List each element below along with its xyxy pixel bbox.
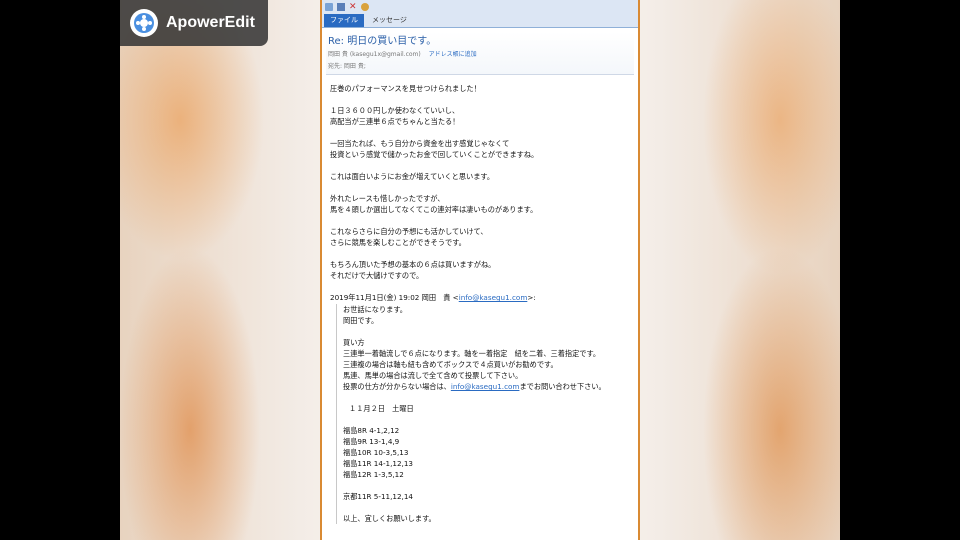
- reply-icon[interactable]: [361, 2, 369, 11]
- apoweredit-logo-icon: [130, 9, 158, 37]
- quote-header-date: 2019年11月1日(金) 19:02 岡田 貴 <: [330, 293, 459, 302]
- body-paragraph: １日３６００円しか使わなくていいし、 高配当が三連単６点でちゃんと当たる！: [330, 106, 460, 126]
- apoweredit-name: ApowerEdit: [166, 14, 255, 31]
- howto-text: 買い方 三連単一着軸流しで６点になります。軸を一着指定 紐を二着、三着指定です。…: [343, 338, 601, 380]
- quote-sender-email-link[interactable]: info@kasegu1.com: [459, 293, 528, 302]
- home-icon[interactable]: [325, 2, 333, 11]
- quote-contact: 投票の仕方が分からない場合は、info@kasegu1.comまでお問い合わせ下…: [343, 381, 632, 392]
- body-paragraph: 圧巻のパフォーマンスを見せつけられました！: [330, 84, 481, 93]
- save-icon[interactable]: [337, 2, 345, 11]
- ribbon-tabs: ファイル メッセージ: [322, 13, 638, 28]
- quote-greeting: お世話になります。 岡田です。: [343, 305, 407, 325]
- email-body: 圧巻のパフォーマンスを見せつけられました！ １日３６００円しか使わなくていいし、…: [330, 83, 632, 524]
- contact-prefix: 投票の仕方が分からない場合は、: [343, 382, 451, 391]
- body-paragraph: これならさらに自分の予想にも活かしていけて、 さらに競馬を楽しむことができそうで…: [330, 227, 488, 247]
- body-paragraph: もちろん頂いた予想の基本の６点は買いますがね。 それだけで大儲けですので。: [330, 260, 496, 280]
- quick-access-toolbar: ✕: [322, 0, 638, 13]
- contact-suffix: までお問い合わせ下さい。: [519, 382, 606, 391]
- email-header: Re: 明日の買い目です。 岡田 貴 (kasegu1x@gmail.com) …: [326, 32, 634, 75]
- email-from: 岡田 貴 (kasegu1x@gmail.com) アドレス帳に追加: [328, 49, 634, 58]
- quote-closing: 以上、宜しくお願いします。: [343, 514, 436, 523]
- body-paragraph: 外れたレースも惜しかったですが、 馬を４頭しか選出してなくてこの連対率は凄いもの…: [330, 194, 538, 214]
- tab-file[interactable]: ファイル: [324, 14, 364, 27]
- add-to-address-book-link[interactable]: アドレス帳に追加: [429, 51, 477, 58]
- quote-header-suffix: >:: [527, 293, 536, 302]
- body-paragraph: これは面白いようにお金が増えていくと思います。: [330, 172, 495, 181]
- quote-howto: 買い方 三連単一着軸流しで６点になります。軸を一着指定 紐を二着、三着指定です。…: [343, 337, 632, 381]
- sender-name: 岡田 貴 (kasegu1x@gmail.com): [328, 51, 421, 58]
- contact-email-link[interactable]: info@kasegu1.com: [451, 382, 520, 391]
- delete-icon[interactable]: ✕: [349, 2, 357, 11]
- tab-message[interactable]: メッセージ: [366, 14, 413, 27]
- quote-header: 2019年11月1日(金) 19:02 岡田 貴 <info@kasegu1.c…: [330, 292, 632, 303]
- quoted-message: お世話になります。 岡田です。 買い方 三連単一着軸流しで６点になります。軸を一…: [336, 304, 632, 524]
- email-to: 宛先: 岡田 貴;: [328, 63, 366, 70]
- quote-races-kyoto: 京都11R 5-11,12,14: [343, 492, 413, 501]
- email-window: ✕ ファイル メッセージ Re: 明日の買い目です。 岡田 貴 (kasegu1…: [320, 0, 640, 540]
- quote-date: １１月２日 土曜日: [349, 404, 414, 413]
- body-paragraph: 一回当たれば、もう自分から資金を出す感覚じゃなくて 投資という感覚で儲かったお金…: [330, 139, 539, 159]
- apoweredit-watermark: ApowerEdit: [120, 0, 268, 46]
- quote-races-fukushima: 福島8R 4-1,2,12 福島9R 13-1,4,9 福島10R 10-3,5…: [343, 426, 413, 479]
- email-subject: Re: 明日の買い目です。: [328, 36, 437, 47]
